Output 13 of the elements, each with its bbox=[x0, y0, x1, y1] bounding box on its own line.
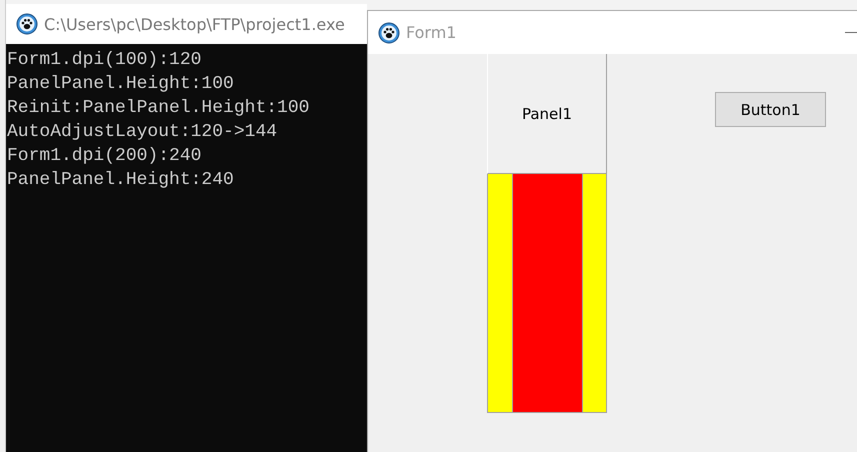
panel: Panel1 bbox=[487, 54, 607, 174]
window-title: Form1 bbox=[406, 23, 456, 42]
paw-icon bbox=[16, 13, 38, 35]
console-line: PanelPanel.Height:240 bbox=[7, 169, 234, 192]
button[interactable]: Button1 bbox=[715, 92, 826, 127]
console-line: Form1.dpi(200):240 bbox=[7, 145, 202, 168]
minimize-icon[interactable] bbox=[845, 32, 857, 33]
console-line: Form1.dpi(100):120 bbox=[7, 49, 202, 72]
console-line: PanelPanel.Height:100 bbox=[7, 73, 234, 96]
paw-icon bbox=[378, 22, 400, 44]
window-title: C:\Users\pc\Desktop\FTP\project1.exe bbox=[44, 14, 345, 34]
console-line: AutoAdjustLayout:120->144 bbox=[7, 121, 278, 144]
console-line: Reinit:PanelPanel.Height:100 bbox=[7, 97, 310, 120]
